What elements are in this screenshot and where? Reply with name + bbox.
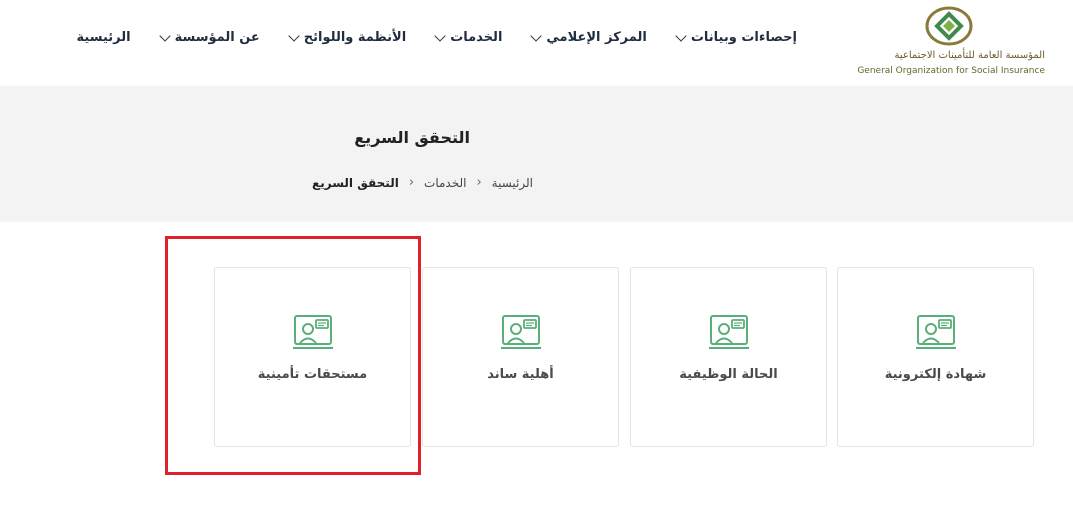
- nav-regulations-label: الأنظمة واللوائح: [303, 30, 407, 45]
- main-nav: الرئيسية عن المؤسسة الأنظمة واللوائح الخ…: [77, 29, 797, 45]
- nav-home[interactable]: الرئيسية: [77, 30, 131, 45]
- chevron-left-icon: ‹: [408, 175, 415, 190]
- gosi-logo[interactable]: المؤسسة العامة للتأمينات الاجتماعية Gene…: [845, 4, 1045, 78]
- highlight-box: [165, 236, 421, 475]
- breadcrumb-current: التحقق السريع: [312, 175, 399, 190]
- nav-home-label: الرئيسية: [76, 30, 131, 45]
- support-agent-icon: [709, 315, 749, 349]
- chevron-down-icon: [434, 29, 446, 42]
- page-title: التحقق السريع: [354, 128, 470, 147]
- support-agent-icon: [916, 315, 956, 349]
- card-label: أهلية ساند: [487, 367, 554, 382]
- nav-statistics[interactable]: إحصاءات وبيانات: [675, 29, 797, 45]
- card-saned-eligibility[interactable]: أهلية ساند: [422, 267, 619, 447]
- nav-about-label: عن المؤسسة: [174, 30, 260, 45]
- nav-services-label: الخدمات: [450, 30, 503, 45]
- nav-media-center[interactable]: المركز الإعلامي: [530, 29, 647, 45]
- chevron-down-icon: [530, 29, 543, 42]
- nav-statistics-label: إحصاءات وبيانات: [690, 30, 797, 45]
- gosi-emblem-icon: [925, 6, 973, 46]
- logo-arabic-text: المؤسسة العامة للتأمينات الاجتماعية: [894, 50, 1045, 61]
- breadcrumb: الرئيسية ‹ الخدمات ‹ التحقق السريع: [312, 175, 533, 190]
- nav-about[interactable]: عن المؤسسة: [158, 29, 260, 45]
- breadcrumb-home[interactable]: الرئيسية: [492, 176, 533, 190]
- support-agent-icon: [501, 315, 541, 349]
- chevron-down-icon: [675, 29, 687, 42]
- breadcrumb-services[interactable]: الخدمات: [424, 176, 466, 190]
- card-label: شهادة إلكترونية: [884, 367, 987, 382]
- card-employment-status[interactable]: الحالة الوظيفية: [630, 267, 827, 447]
- chevron-down-icon: [158, 29, 171, 42]
- chevron-down-icon: [288, 29, 300, 42]
- nav-services[interactable]: الخدمات: [434, 29, 503, 45]
- site-header: المؤسسة العامة للتأمينات الاجتماعية Gene…: [0, 0, 1073, 86]
- card-e-certificate[interactable]: شهادة إلكترونية: [837, 267, 1034, 447]
- nav-regulations[interactable]: الأنظمة واللوائح: [288, 29, 407, 45]
- logo-english-text: General Organization for Social Insuranc…: [857, 66, 1045, 76]
- nav-media-center-label: المركز الإعلامي: [546, 30, 647, 45]
- page-banner: التحقق السريع الرئيسية ‹ الخدمات ‹ التحق…: [0, 86, 1073, 222]
- chevron-left-icon: ‹: [476, 175, 482, 190]
- card-label: الحالة الوظيفية: [679, 367, 778, 382]
